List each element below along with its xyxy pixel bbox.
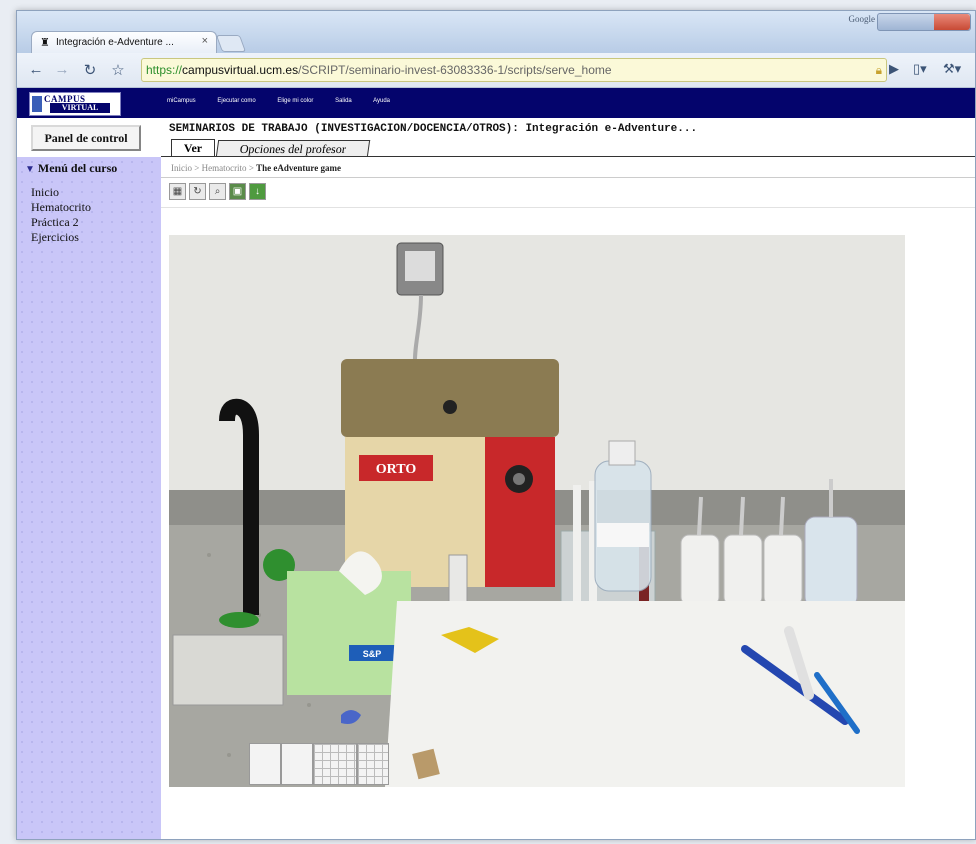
tab-opciones-profesor[interactable]: Opciones del profesor [215, 140, 371, 157]
campus-virtual-logo[interactable]: CAMPUS VIRTUAL [29, 92, 121, 116]
course-title: SEMINARIOS DE TRABAJO (INVESTIGACION/DOC… [169, 123, 698, 135]
play-icon[interactable]: ▶ [889, 61, 899, 77]
water-bottle [594, 440, 652, 592]
divider [161, 177, 975, 178]
url-host: campusvirtual.ucm.es [182, 63, 299, 77]
person-icon: ♜ [40, 37, 50, 49]
refresh-icon[interactable]: ↻ [189, 183, 206, 200]
browser-tab[interactable]: ♜ Integración e-Adventure ... × [31, 31, 217, 54]
site-nav: miCampus Ejecutar como Elige mi color Sa… [167, 98, 410, 104]
forward-arrow-icon[interactable]: → [53, 61, 71, 78]
menu-title-label: Menú del curso [37, 161, 118, 175]
browser-window: ♜ Integración e-Adventure ... × Google ←… [16, 10, 976, 840]
logo-text-virtual: VIRTUAL [50, 103, 110, 113]
inventory-grid[interactable] [357, 743, 389, 785]
inventory-grid[interactable] [313, 743, 357, 785]
url-path: /SCRIPT/seminario-invest-63083336-1/scri… [298, 63, 612, 77]
nav-ayuda[interactable]: Ayuda [373, 98, 390, 104]
game-scene[interactable]: ORTO S&P [169, 235, 905, 787]
nav-micampus[interactable]: miCampus [167, 98, 196, 104]
tab-title: Integración e-Adventure ... [56, 37, 174, 48]
divider [161, 207, 975, 208]
window-close-button[interactable] [934, 14, 970, 30]
lab-scene-illustration: ORTO S&P [169, 235, 905, 787]
course-sidebar: ▼ Menú del curso Inicio Hematocrito Prác… [17, 157, 161, 839]
menu-title[interactable]: ▼ Menú del curso [25, 161, 117, 176]
nav-ejecutar-como[interactable]: Ejecutar como [217, 98, 255, 104]
breadcrumb-section[interactable]: Hematocrito [202, 163, 247, 173]
lock-icon: 🔒︎ [875, 63, 882, 77]
reload-icon[interactable]: ↻ [81, 61, 99, 79]
breadcrumb-current: The eAdventure game [256, 163, 341, 173]
menu-list: Inicio Hematocrito Práctica 2 Ejercicios [31, 185, 91, 245]
grid-icon[interactable]: ▦ [169, 183, 186, 200]
window-controls[interactable] [877, 13, 971, 31]
menu-item-ejercicios[interactable]: Ejercicios [31, 230, 91, 245]
nav-salida[interactable]: Salida [335, 98, 352, 104]
star-icon[interactable]: ☆ [109, 61, 127, 79]
wrench-menu-icon[interactable]: ⚒▾ [943, 61, 961, 77]
page-menu-icon[interactable]: ▯▾ [913, 61, 927, 77]
triangle-down-icon: ▼ [25, 164, 35, 175]
menu-item-inicio[interactable]: Inicio [31, 185, 91, 200]
menu-item-practica-2[interactable]: Práctica 2 [31, 215, 91, 230]
browser-toolbar: ← → ↻ ☆ https://campusvirtual.ucm.es/SCR… [17, 53, 975, 88]
tissue-box-label: S&P [363, 649, 382, 659]
download-icon[interactable]: ↓ [249, 183, 266, 200]
save-icon[interactable]: ▣ [229, 183, 246, 200]
new-tab-button[interactable] [215, 35, 247, 52]
nav-elige-color[interactable]: Elige mi color [277, 98, 313, 104]
breadcrumb-root[interactable]: Inicio [171, 163, 192, 173]
search-icon[interactable]: ⌕ [209, 183, 226, 200]
menu-item-hematocrito[interactable]: Hematocrito [31, 200, 91, 215]
site-header: CAMPUS VIRTUAL miCampus Ejecutar como El… [17, 88, 975, 118]
inventory-slot[interactable] [281, 743, 313, 785]
address-bar[interactable]: https://campusvirtual.ucm.es/SCRIPT/semi… [141, 58, 887, 82]
tab-ver[interactable]: Ver [171, 139, 215, 157]
tab-strip: ♜ Integración e-Adventure ... × Google [17, 11, 975, 54]
url-scheme: https:// [146, 63, 183, 77]
panel-de-control-button[interactable]: Panel de control [31, 125, 141, 151]
google-label: Google [848, 14, 876, 24]
back-arrow-icon[interactable]: ← [27, 61, 45, 78]
close-tab-icon[interactable]: × [202, 35, 208, 47]
sink [172, 634, 284, 706]
divider [161, 156, 975, 157]
logo-mark [32, 96, 42, 112]
centrifuge-device [341, 359, 559, 587]
inventory-slot[interactable] [249, 743, 281, 785]
device-label: ORTO [376, 462, 417, 477]
breadcrumb: Inicio > Hematocrito > The eAdventure ga… [171, 163, 341, 173]
